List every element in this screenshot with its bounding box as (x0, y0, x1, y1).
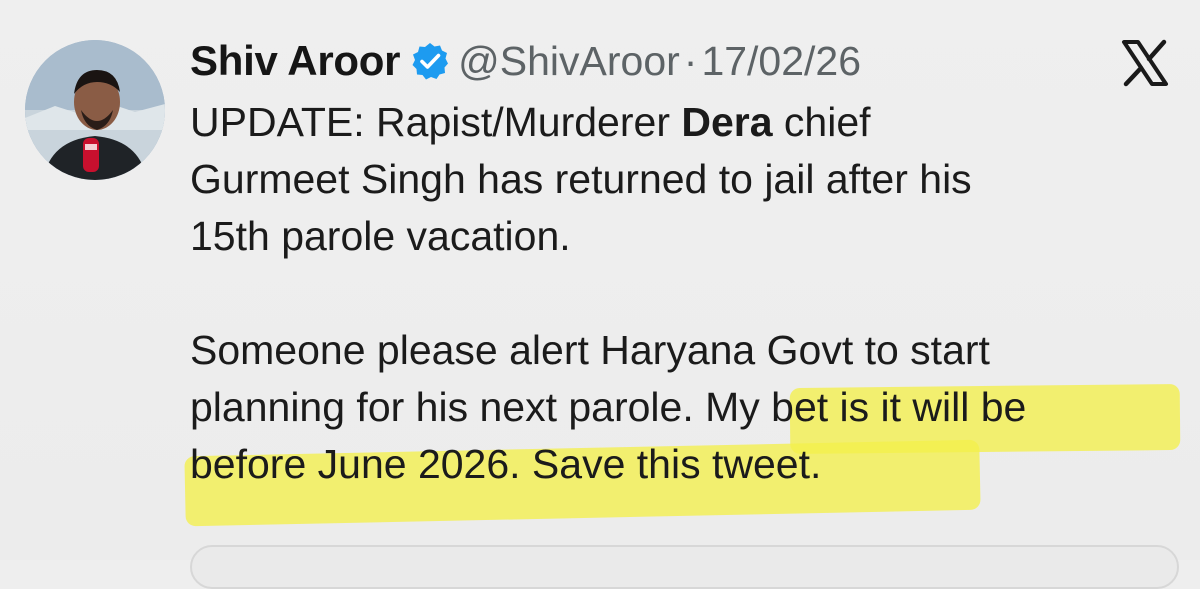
tweet-card: Shiv Aroor @ShivAroor · 17/02/26 UPDATE:… (0, 0, 1200, 589)
tweet-line: before June 2026. Save this tweet. (190, 441, 822, 487)
tweet-body: UPDATE: Rapist/Murderer Dera chief Gurme… (190, 94, 1180, 493)
tweet-line: Someone please alert Haryana Govt to sta… (190, 327, 990, 373)
avatar-photo (25, 40, 165, 180)
display-name[interactable]: Shiv Aroor (190, 37, 400, 85)
quoted-card-edge[interactable] (190, 545, 1179, 589)
tweet-line: 15th parole vacation. (190, 213, 571, 259)
highlighted-text: My bet is it will be (705, 384, 1027, 430)
bold-word: Dera (681, 99, 773, 145)
avatar[interactable] (25, 40, 165, 180)
verified-badge-icon (410, 41, 450, 81)
separator: · (683, 37, 698, 84)
handle[interactable]: @ShivAroor (458, 38, 680, 85)
tweet-line: planning for his next parole. My bet is … (190, 384, 1027, 430)
tweet-line: Gurmeet Singh has returned to jail after… (190, 156, 972, 202)
tweet-header: Shiv Aroor @ShivAroor · 17/02/26 (190, 36, 861, 86)
x-logo-icon[interactable] (1116, 34, 1174, 92)
timestamp[interactable]: 17/02/26 (701, 38, 861, 85)
tweet-line: UPDATE: Rapist/Murderer Dera chief (190, 99, 871, 145)
